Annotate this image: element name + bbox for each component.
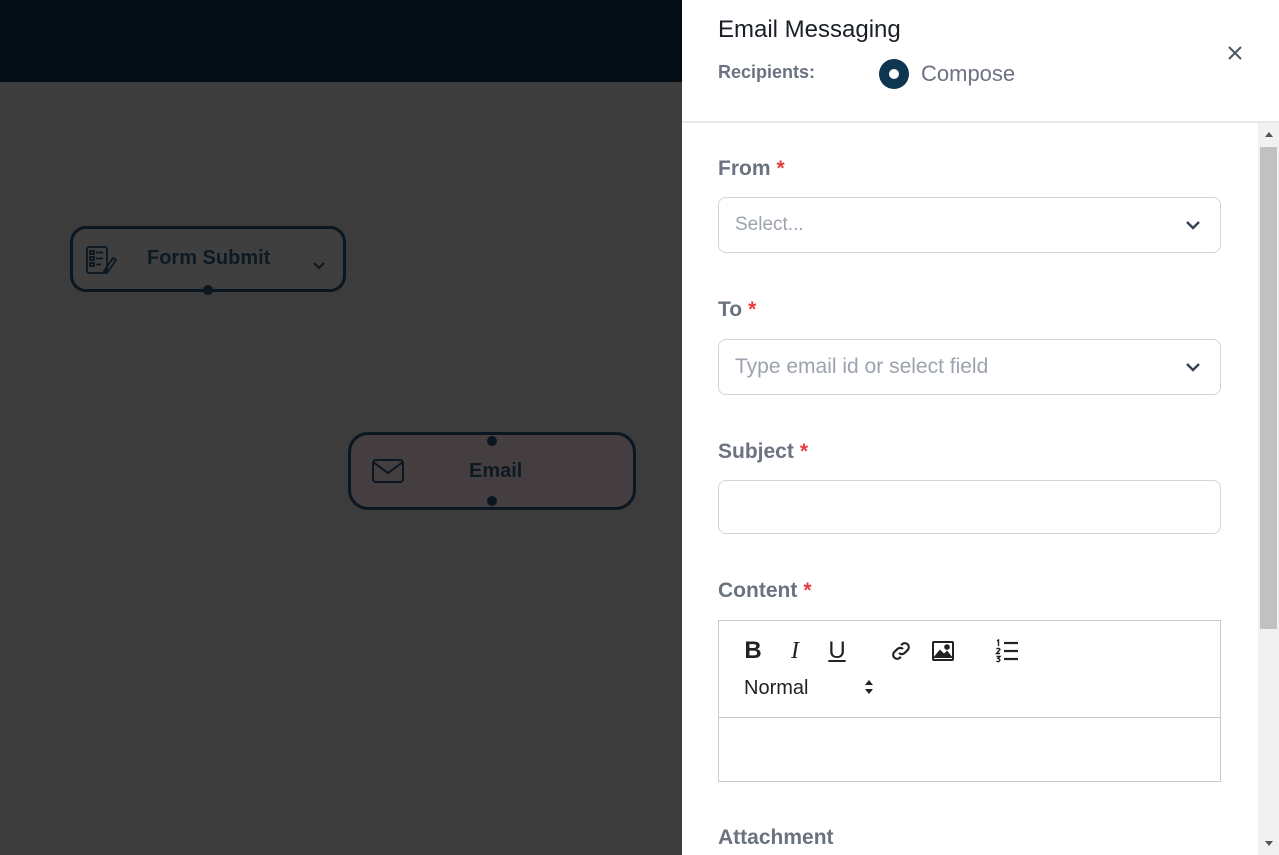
format-select-value: Normal bbox=[744, 676, 809, 699]
node-output-handle[interactable] bbox=[487, 496, 497, 506]
ordered-list-icon bbox=[994, 639, 1018, 663]
subject-label: Subject * bbox=[718, 440, 809, 463]
workflow-node-email[interactable]: Email bbox=[348, 432, 636, 510]
from-placeholder: Select... bbox=[735, 214, 804, 235]
link-button[interactable] bbox=[887, 637, 915, 665]
bold-button[interactable]: B bbox=[739, 637, 767, 665]
to-label: To * bbox=[718, 298, 757, 321]
close-button[interactable] bbox=[1222, 40, 1248, 66]
underline-button[interactable]: U bbox=[823, 637, 851, 665]
editor-toolbar: B I U Normal bbox=[719, 621, 1220, 718]
image-button[interactable] bbox=[929, 637, 957, 665]
content-editor: B I U Normal bbox=[718, 620, 1221, 782]
scroll-down-arrow[interactable] bbox=[1258, 833, 1279, 855]
ordered-list-button[interactable] bbox=[993, 637, 1021, 665]
close-icon bbox=[1228, 46, 1242, 60]
envelope-icon bbox=[371, 458, 405, 484]
italic-button[interactable]: I bbox=[781, 637, 809, 665]
panel-header: Email Messaging Recipients: Compose bbox=[682, 0, 1279, 123]
node-input-handle[interactable] bbox=[487, 436, 497, 446]
form-icon bbox=[85, 245, 117, 275]
node-output-handle[interactable] bbox=[203, 285, 213, 295]
attachment-label: Attachment bbox=[718, 826, 834, 849]
panel-scrollbar[interactable] bbox=[1258, 123, 1279, 855]
subject-input[interactable] bbox=[718, 480, 1221, 534]
content-label: Content * bbox=[718, 579, 812, 602]
scrollbar-thumb[interactable] bbox=[1260, 147, 1277, 629]
chevron-down-icon bbox=[1186, 221, 1200, 230]
panel-title: Email Messaging bbox=[718, 16, 901, 43]
node-label: Email bbox=[469, 460, 523, 482]
node-label: Form Submit bbox=[147, 247, 271, 269]
app-topbar bbox=[0, 0, 682, 82]
sort-arrows-icon bbox=[865, 680, 873, 694]
chevron-down-icon[interactable] bbox=[313, 253, 325, 276]
format-select[interactable]: Normal bbox=[744, 674, 874, 702]
chevron-down-icon bbox=[1186, 363, 1200, 372]
from-label: From * bbox=[718, 157, 785, 180]
compose-radio[interactable] bbox=[879, 59, 909, 89]
to-select[interactable]: Type email id or select field bbox=[718, 339, 1221, 395]
content-textarea[interactable] bbox=[719, 718, 1220, 781]
panel-body: From * Select... To * Type email id or sel… bbox=[682, 123, 1258, 855]
recipients-label: Recipients: bbox=[718, 62, 816, 82]
workflow-node-form-submit[interactable]: Form Submit bbox=[70, 226, 346, 295]
email-messaging-panel: Email Messaging Recipients: Compose From… bbox=[682, 0, 1279, 855]
image-icon bbox=[932, 641, 954, 661]
compose-radio-label[interactable]: Compose bbox=[921, 61, 1015, 87]
from-select[interactable]: Select... bbox=[718, 197, 1221, 253]
to-placeholder: Type email id or select field bbox=[735, 355, 989, 378]
scroll-up-arrow[interactable] bbox=[1258, 123, 1279, 145]
link-icon bbox=[892, 642, 910, 660]
